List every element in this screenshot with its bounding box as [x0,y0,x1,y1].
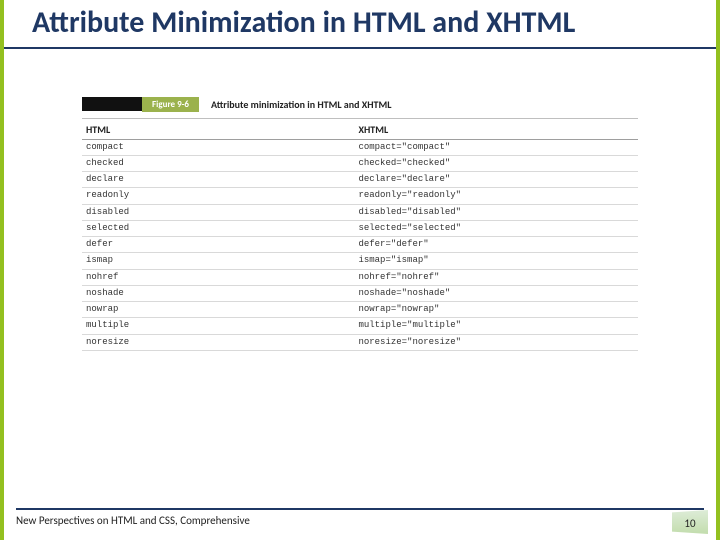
table-row: nowrapnowrap="nowrap" [82,302,638,318]
footer-text: New Perspectives on HTML and CSS, Compre… [16,514,250,532]
cell-xhtml: selected="selected" [354,223,638,234]
cell-xhtml: declare="declare" [354,174,638,185]
page-number: 10 [684,517,695,530]
table-row: multiplemultiple="multiple" [82,318,638,334]
cell-xhtml: ismap="ismap" [354,255,638,266]
title-area: Attribute Minimization in HTML and XHTML [4,0,716,49]
cell-xhtml: noshade="noshade" [354,288,638,299]
table-row: disableddisabled="disabled" [82,205,638,221]
col-header-html: HTML [82,123,354,136]
cell-html: compact [82,142,354,153]
table-row: noresizenoresize="noresize" [82,335,638,351]
cell-xhtml: readonly="readonly" [354,190,638,201]
table-row: noshadenoshade="noshade" [82,286,638,302]
cell-xhtml: noresize="noresize" [354,337,638,348]
table-row: deferdefer="defer" [82,237,638,253]
cell-xhtml: checked="checked" [354,158,638,169]
table-row: ismapismap="ismap" [82,253,638,269]
table-row: readonlyreadonly="readonly" [82,188,638,204]
cell-html: declare [82,174,354,185]
cell-html: disabled [82,207,354,218]
cell-html: ismap [82,255,354,266]
cell-html: checked [82,158,354,169]
table-row: declaredeclare="declare" [82,172,638,188]
figure-tag: Figure 9-6 [142,97,199,112]
cell-html: selected [82,223,354,234]
table-row: nohrefnohref="nohref" [82,270,638,286]
cell-xhtml: multiple="multiple" [354,320,638,331]
slide-title: Attribute Minimization in HTML and XHTML [32,6,696,41]
cell-html: nohref [82,272,354,283]
attribute-table: HTML XHTML compactcompact="compact"check… [82,118,638,351]
table-row: selectedselected="selected" [82,221,638,237]
table-row: checkedchecked="checked" [82,156,638,172]
cell-xhtml: nohref="nohref" [354,272,638,283]
cell-xhtml: nowrap="nowrap" [354,304,638,315]
slide: Attribute Minimization in HTML and XHTML… [0,0,720,540]
cell-xhtml: compact="compact" [354,142,638,153]
cell-html: noresize [82,337,354,348]
footer: New Perspectives on HTML and CSS, Compre… [16,508,704,532]
cell-html: defer [82,239,354,250]
cell-html: readonly [82,190,354,201]
figure-label-row: Figure 9-6 Attribute minimization in HTM… [82,97,638,112]
table-body: compactcompact="compact"checkedchecked="… [82,140,638,351]
cell-html: nowrap [82,304,354,315]
cell-xhtml: disabled="disabled" [354,207,638,218]
figure-label-bar [82,97,142,111]
col-header-xhtml: XHTML [354,123,638,136]
page-number-badge: 10 [676,514,704,532]
cell-xhtml: defer="defer" [354,239,638,250]
figure-caption: Attribute minimization in HTML and XHTML [211,97,392,112]
cell-html: multiple [82,320,354,331]
cell-html: noshade [82,288,354,299]
table-header: HTML XHTML [82,119,638,140]
table-row: compactcompact="compact" [82,140,638,156]
figure-block: Figure 9-6 Attribute minimization in HTM… [82,97,638,351]
